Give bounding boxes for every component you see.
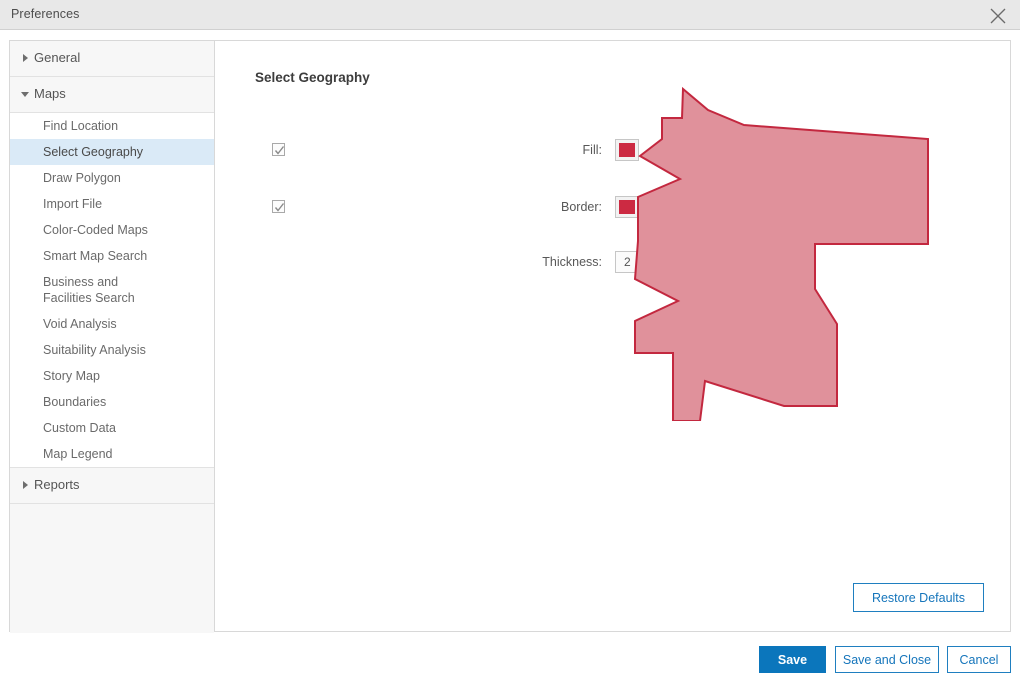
geography-polygon	[633, 86, 929, 422]
sidebar-item-business-and-facilities-search[interactable]: Business and Facilities Search	[10, 269, 214, 311]
sidebar-item-smart-map-search[interactable]: Smart Map Search	[10, 243, 214, 269]
chevron-down-icon	[21, 92, 29, 97]
check-icon	[274, 146, 285, 155]
geography-polygon-path	[633, 86, 929, 422]
preferences-sidebar: General Maps Find Location Select Geogra…	[9, 40, 215, 649]
fill-checkbox[interactable]	[272, 143, 285, 156]
sidebar-item-boundaries[interactable]: Boundaries	[10, 389, 214, 415]
preferences-dialog: Preferences General Maps Find Location S…	[0, 0, 1020, 679]
dialog-footer: Save Save and Close Cancel	[0, 633, 1020, 679]
sidebar-empty-area	[10, 504, 214, 649]
sidebar-group-reports[interactable]: Reports	[10, 468, 214, 504]
sidebar-item-suitability-analysis[interactable]: Suitability Analysis	[10, 337, 214, 363]
close-icon-glyph	[990, 8, 1006, 24]
sidebar-item-draw-polygon[interactable]: Draw Polygon	[10, 165, 214, 191]
geography-preview	[630, 81, 960, 422]
sidebar-item-custom-data[interactable]: Custom Data	[10, 415, 214, 441]
dialog-titlebar: Preferences	[0, 0, 1020, 30]
save-and-close-button[interactable]: Save and Close	[835, 646, 939, 673]
preferences-content-panel: Select Geography Fill: Border: Thickness…	[215, 40, 1011, 632]
check-icon	[274, 203, 285, 212]
border-label: Border:	[561, 200, 602, 214]
chevron-right-icon	[23, 54, 28, 62]
sidebar-group-general[interactable]: General	[10, 41, 214, 77]
sidebar-item-import-file[interactable]: Import File	[10, 191, 214, 217]
save-button[interactable]: Save	[759, 646, 826, 673]
thickness-label: Thickness:	[542, 255, 602, 269]
sidebar-item-void-analysis[interactable]: Void Analysis	[10, 311, 214, 337]
sidebar-maps-items: Find Location Select Geography Draw Poly…	[10, 113, 214, 468]
sidebar-item-map-legend[interactable]: Map Legend	[10, 441, 214, 467]
close-icon[interactable]	[976, 0, 1020, 29]
dialog-title: Preferences	[11, 7, 80, 21]
cancel-button[interactable]: Cancel	[947, 646, 1011, 673]
border-checkbox[interactable]	[272, 200, 285, 213]
sidebar-item-find-location[interactable]: Find Location	[10, 113, 214, 139]
sidebar-group-reports-label: Reports	[34, 477, 80, 492]
sidebar-group-maps[interactable]: Maps	[10, 77, 214, 113]
sidebar-item-story-map[interactable]: Story Map	[10, 363, 214, 389]
restore-defaults-button[interactable]: Restore Defaults	[853, 583, 984, 612]
sidebar-group-general-label: General	[34, 50, 81, 65]
sidebar-group-maps-label: Maps	[34, 86, 66, 101]
sidebar-item-color-coded-maps[interactable]: Color-Coded Maps	[10, 217, 214, 243]
sidebar-item-select-geography[interactable]: Select Geography	[10, 139, 214, 165]
chevron-right-icon	[23, 481, 28, 489]
page-title: Select Geography	[255, 70, 370, 85]
fill-label: Fill:	[582, 143, 602, 157]
